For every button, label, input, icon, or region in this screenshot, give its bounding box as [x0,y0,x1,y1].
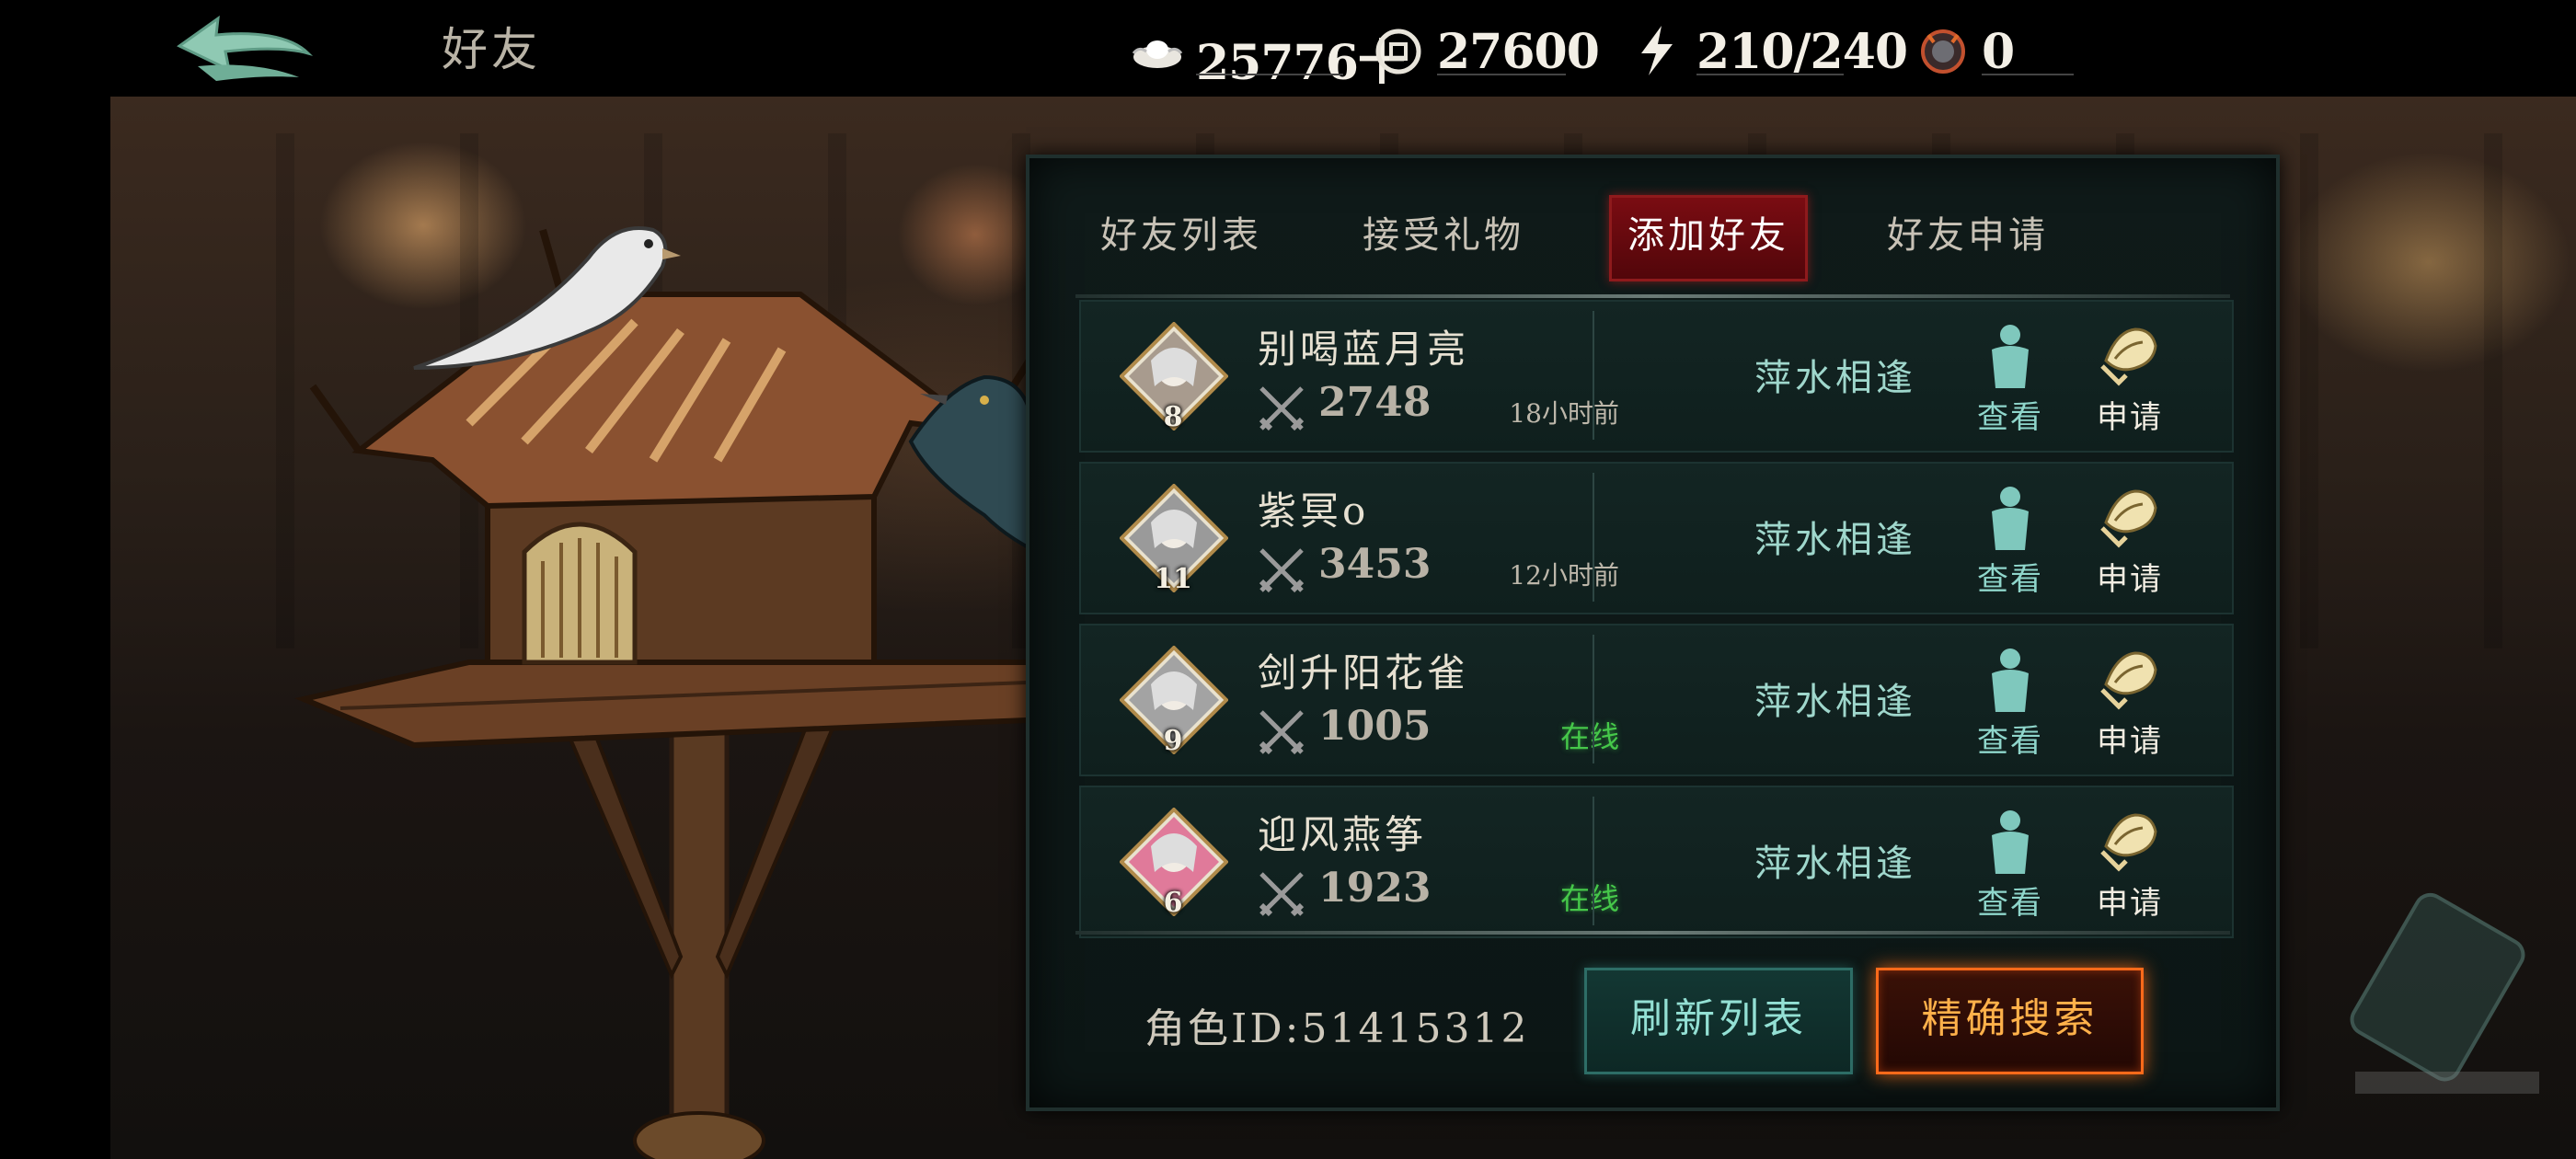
view-label: 查看 [1977,885,2043,922]
person-silhouette-icon [1992,810,2029,874]
page-title: 好友 [442,23,541,76]
list-item: 11 紫冥o 3453 12小时前 萍水相逢 查看 申请 [1079,462,2234,614]
apply-button[interactable]: 申请 [2084,646,2176,765]
salute-hands-icon [2100,651,2157,710]
tab-receive-gifts[interactable]: 接受礼物 [1347,195,1540,276]
apply-label: 申请 [2097,723,2163,760]
player-list: 8 别喝蓝月亮 2748 18小时前 萍水相逢 查看 申请 11 紫冥o 345… [1079,300,2234,947]
tab-bar: 好友列表 接受礼物 添加好友 好友申请 [1085,195,2225,281]
player-level: 11 [1154,563,1192,595]
demon-token-icon [1921,29,1965,74]
stamina-amount: 210/240 [1696,24,1908,80]
salute-hands-icon [2100,813,2157,872]
person-silhouette-icon [1992,487,2029,550]
last-online-status: 在线 [1559,719,1619,754]
player-name: 迎风燕筝 [1258,812,1428,857]
exact-search-button[interactable]: 精确搜索 [1876,968,2144,1074]
combat-power: 3453 [1318,541,1432,588]
list-item: 9 剑升阳花雀 1005 在线 萍水相逢 查看 申请 [1079,624,2234,776]
apply-button[interactable]: 申请 [2084,322,2176,442]
refresh-list-button[interactable]: 刷新列表 [1584,968,1853,1074]
back-arrow-icon[interactable] [170,11,317,94]
coin-amount: 27600 [1437,24,1600,80]
list-item: 6 迎风燕筝 1923 在线 萍水相逢 查看 申请 [1079,786,2234,938]
combat-power: 1923 [1318,865,1432,912]
combat-power: 1005 [1318,703,1432,750]
salute-hands-icon [2100,327,2157,386]
player-name: 紫冥o [1258,488,1370,534]
player-level: 8 [1163,401,1183,433]
divider [1593,473,1594,602]
view-label: 查看 [1977,399,2043,436]
apply-label: 申请 [2097,885,2163,922]
role-id-label: 角色ID:51415312 [1144,1005,1530,1052]
player-name: 剑升阳花雀 [1258,650,1470,695]
top-bar: 好友 25776十 27600 210/240 0 [0,0,2576,97]
divider [1593,311,1594,440]
last-online-status: 18小时前 [1509,398,1619,429]
apply-button[interactable]: 申请 [2084,484,2176,603]
player-level: 9 [1163,725,1183,757]
crossed-swords-icon [1259,548,1305,593]
view-button[interactable]: 查看 [1964,646,2056,765]
list-item: 8 别喝蓝月亮 2748 18小时前 萍水相逢 查看 申请 [1079,300,2234,453]
token-amount: 0 [1982,24,2015,80]
apply-label: 申请 [2097,561,2163,598]
salute-hands-icon [2100,489,2157,548]
divider [1593,635,1594,763]
coin-icon [1375,29,1421,75]
silver-ingot-icon [1132,40,1183,68]
tab-add-friend[interactable]: 添加好友 [1609,195,1808,281]
phone-item-icon[interactable] [2337,888,2558,1118]
last-online-status: 12小时前 [1509,560,1619,591]
friend-panel: 好友列表 接受礼物 添加好友 好友申请 8 别喝蓝月亮 2748 18小时前 萍… [1026,155,2280,1111]
person-silhouette-icon [1992,648,2029,712]
player-name: 别喝蓝月亮 [1258,327,1470,372]
view-label: 查看 [1977,723,2043,760]
player-level: 6 [1163,887,1183,919]
last-online-status: 在线 [1559,881,1619,916]
tab-friend-requests[interactable]: 好友申请 [1871,195,2064,276]
view-button[interactable]: 查看 [1964,808,2056,927]
person-silhouette-icon [1992,325,2029,388]
divider [1075,294,2230,298]
divider [1593,797,1594,925]
tab-friend-list[interactable]: 好友列表 [1085,195,1278,276]
view-button[interactable]: 查看 [1964,484,2056,603]
view-label: 查看 [1977,561,2043,598]
lightning-stamina-icon [1641,26,1673,75]
divider [1075,931,2230,935]
view-button[interactable]: 查看 [1964,322,2056,442]
combat-power: 2748 [1318,379,1432,426]
crossed-swords-icon [1259,872,1305,917]
crossed-swords-icon [1259,386,1305,431]
crossed-swords-icon [1259,710,1305,755]
apply-label: 申请 [2097,399,2163,436]
apply-button[interactable]: 申请 [2084,808,2176,927]
